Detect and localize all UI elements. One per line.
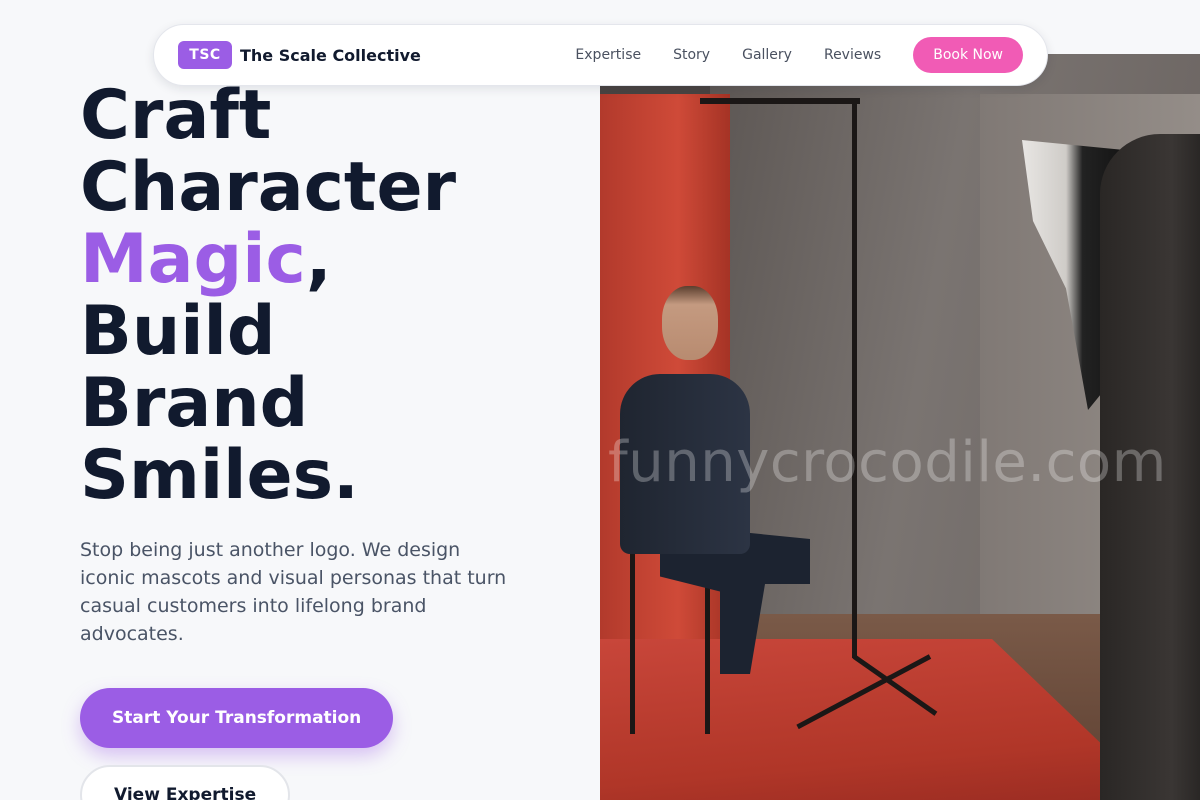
photo-light-stand xyxy=(852,98,857,658)
hero-title-line: Character xyxy=(80,148,457,227)
brand-name: The Scale Collective xyxy=(240,45,421,65)
photo-backdrop-bar xyxy=(700,98,860,104)
hero-title-line: Smiles. xyxy=(80,436,359,515)
photo-person-head xyxy=(662,286,718,360)
hero-title: Craft Character Magic, Build Brand Smile… xyxy=(80,80,580,512)
hero-photo-studio-portrait: funnycrocodile.com xyxy=(600,54,1200,800)
hero-title-line: Brand xyxy=(80,364,309,443)
photo-watermark: funnycrocodile.com xyxy=(608,430,1167,495)
hero-title-accent-word: Magic xyxy=(80,220,306,299)
brand-logo-link[interactable]: TSC The Scale Collective xyxy=(178,41,421,69)
nav-link-story[interactable]: Story xyxy=(673,47,710,63)
hero-title-line: Build xyxy=(80,292,276,371)
brand-badge: TSC xyxy=(178,41,232,69)
navbar: TSC The Scale Collective Expertise Story… xyxy=(153,24,1048,86)
nav-link-gallery[interactable]: Gallery xyxy=(742,47,792,63)
nav-links: Expertise Story Gallery Reviews xyxy=(575,47,881,63)
hero-subtitle: Stop being just another logo. We design … xyxy=(80,539,507,645)
nav-link-reviews[interactable]: Reviews xyxy=(824,47,881,63)
hero-title-line-accent-row: Magic, xyxy=(80,224,580,296)
hero-title-comma: , xyxy=(305,220,332,299)
start-transformation-button[interactable]: Start Your Transformation xyxy=(80,688,394,748)
book-now-button[interactable]: Book Now xyxy=(913,37,1023,73)
hero-title-line: Craft xyxy=(80,76,272,155)
nav-link-expertise[interactable]: Expertise xyxy=(575,47,641,63)
landing-page: TSC The Scale Collective Expertise Story… xyxy=(0,0,1200,800)
view-expertise-button[interactable]: View Expertise xyxy=(80,765,291,800)
